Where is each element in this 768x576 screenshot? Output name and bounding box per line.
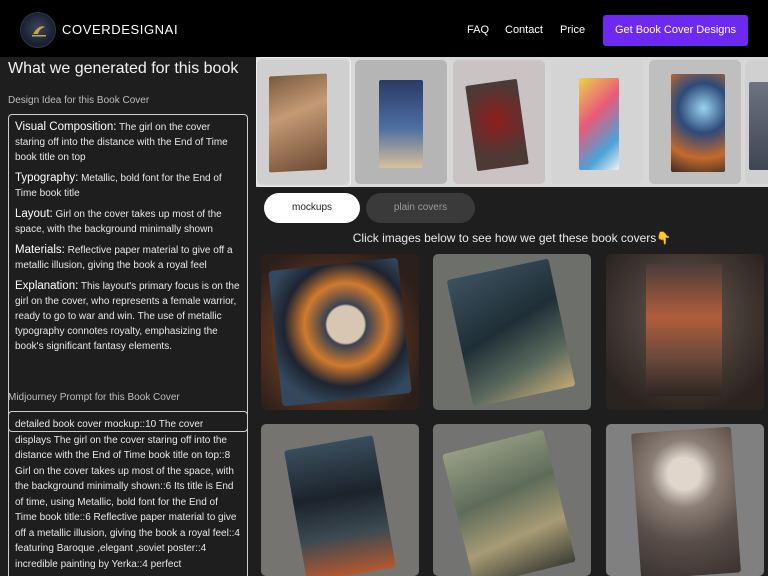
- design-idea-box: Visual Composition: The girl on the cove…: [8, 114, 248, 432]
- design-item: Materials: Reflective paper material to …: [15, 244, 233, 271]
- design-idea-label: Design Idea for this Book Cover: [8, 95, 150, 106]
- tab-plain-covers[interactable]: plain covers: [366, 193, 475, 223]
- nav-faq[interactable]: FAQ: [467, 24, 489, 36]
- pointing-down-icon: 👇: [656, 231, 672, 245]
- generated-details-panel: What we generated for this book Design I…: [0, 57, 256, 576]
- brand-name[interactable]: COVERDESIGNAI: [62, 22, 178, 37]
- thumb-cover[interactable]: [355, 60, 447, 184]
- cover-thumbnail-strip[interactable]: [256, 57, 768, 187]
- gallery-cover[interactable]: [606, 424, 764, 576]
- gallery-cover[interactable]: [606, 254, 764, 410]
- tab-mockups[interactable]: mockups: [264, 193, 360, 223]
- top-navbar: COVERDESIGNAI FAQ Contact Price Get Book…: [0, 0, 768, 57]
- brand-logo-icon[interactable]: [20, 12, 56, 48]
- thumb-cover[interactable]: [649, 60, 741, 184]
- prompt-label: Midjourney Prompt for this Book Cover: [8, 392, 180, 403]
- design-item: Explanation: This layout's primary focus…: [15, 280, 240, 352]
- prompt-text: detailed book cover mockup::10 The cover…: [15, 419, 240, 570]
- gallery-cover[interactable]: [433, 254, 591, 410]
- gallery-cover[interactable]: [261, 254, 419, 410]
- nav-price[interactable]: Price: [560, 24, 585, 36]
- gallery-cover[interactable]: [261, 424, 419, 576]
- nav-contact[interactable]: Contact: [505, 24, 543, 36]
- gallery-hint: Click images below to see how we get the…: [352, 231, 672, 245]
- thumb-cover[interactable]: [551, 60, 643, 184]
- design-item: Layout: Girl on the cover takes up most …: [15, 208, 222, 235]
- thumb-cover[interactable]: [745, 60, 768, 184]
- design-item: Visual Composition: The girl on the cove…: [15, 121, 228, 163]
- gallery-cover[interactable]: [433, 424, 591, 576]
- panel-title: What we generated for this book: [8, 60, 239, 77]
- get-book-cover-designs-button[interactable]: Get Book Cover Designs: [603, 15, 748, 46]
- thumb-cover[interactable]: [453, 60, 545, 184]
- prompt-box[interactable]: detailed book cover mockup::10 The cover…: [8, 411, 248, 576]
- thumb-cover[interactable]: [257, 60, 349, 184]
- design-item: Typography: Metallic, bold font for the …: [15, 172, 222, 199]
